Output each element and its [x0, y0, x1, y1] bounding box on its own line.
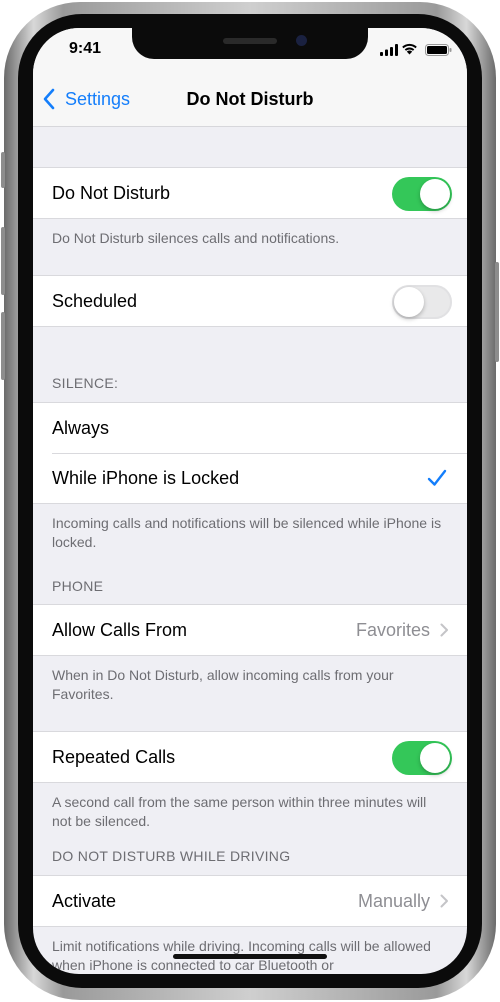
side-button — [495, 262, 499, 362]
silence-group: Always While iPhone is Locked — [33, 402, 467, 504]
repeated-calls-footer: A second call from the same person withi… — [52, 794, 427, 829]
scheduled-toggle[interactable] — [392, 285, 452, 319]
repeated-calls-toggle[interactable] — [392, 741, 452, 775]
volume-up-button — [1, 227, 5, 295]
status-bar: 9:41 — [33, 28, 467, 74]
driving-footer: Limit notifications while driving. Incom… — [52, 938, 431, 973]
speaker — [223, 38, 277, 44]
screen: 9:41 Settings Do Not Disturb Do Not Dist… — [33, 28, 467, 974]
cellular-signal-icon — [380, 44, 398, 56]
dnd-footer: Do Not Disturb silences calls and notifi… — [52, 230, 340, 246]
allow-calls-row[interactable]: Allow Calls From Favorites — [33, 605, 467, 655]
phone-header: PHONE — [52, 578, 104, 594]
allow-calls-value: Favorites — [355, 620, 430, 640]
home-indicator[interactable] — [173, 954, 327, 959]
scheduled-group: Scheduled — [33, 275, 467, 327]
driving-header: DO NOT DISTURB WHILE DRIVING — [52, 848, 291, 864]
status-time: 9:41 — [69, 40, 102, 57]
while-locked-row[interactable]: While iPhone is Locked — [33, 453, 467, 503]
always-row[interactable]: Always — [33, 403, 467, 453]
battery-icon — [425, 44, 452, 56]
allow-calls-footer: When in Do Not Disturb, allow incoming c… — [52, 667, 394, 702]
volume-down-button — [1, 312, 5, 380]
driving-group: Activate Manually — [33, 875, 467, 927]
repeated-calls-group: Repeated Calls — [33, 731, 467, 783]
scheduled-label: Scheduled — [52, 291, 138, 311]
navigation-bar: Settings Do Not Disturb — [33, 74, 467, 127]
dnd-toggle[interactable] — [392, 177, 452, 211]
silence-header: SILENCE: — [52, 375, 119, 391]
checkmark-icon — [427, 469, 447, 486]
wifi-icon — [402, 43, 417, 55]
dnd-row: Do Not Disturb — [33, 168, 467, 218]
toggle-knob — [420, 743, 450, 773]
phone-group: Allow Calls From Favorites — [33, 604, 467, 656]
silent-switch — [1, 152, 5, 188]
page-title: Do Not Disturb — [186, 89, 314, 109]
activate-value: Manually — [357, 891, 430, 911]
chevron-right-icon — [440, 894, 448, 908]
dnd-label: Do Not Disturb — [52, 183, 171, 203]
chevron-right-icon — [440, 623, 448, 637]
always-label: Always — [52, 418, 110, 438]
silence-footer: Incoming calls and notifications will be… — [52, 515, 442, 550]
while-locked-label: While iPhone is Locked — [52, 468, 240, 488]
toggle-knob — [420, 179, 450, 209]
repeated-calls-label: Repeated Calls — [52, 747, 176, 767]
allow-calls-label: Allow Calls From — [52, 620, 188, 640]
scheduled-row: Scheduled — [33, 276, 467, 326]
activate-label: Activate — [52, 891, 117, 911]
front-camera — [296, 35, 307, 46]
settings-list: Do Not Disturb Do Not Disturb silences c… — [33, 127, 467, 974]
activate-row[interactable]: Activate Manually — [33, 876, 467, 926]
notch — [132, 28, 368, 59]
toggle-knob — [394, 287, 424, 317]
dnd-group: Do Not Disturb — [33, 167, 467, 219]
repeated-calls-row: Repeated Calls — [33, 732, 467, 782]
